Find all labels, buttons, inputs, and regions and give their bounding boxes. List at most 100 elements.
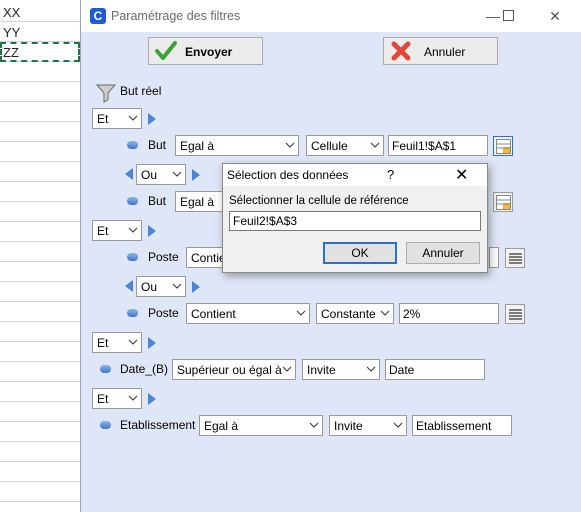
sheet-row[interactable] bbox=[0, 422, 80, 442]
inner-logic-select-value: Ou bbox=[141, 280, 158, 294]
chevron-down-icon bbox=[172, 283, 182, 289]
sheet-row[interactable] bbox=[0, 282, 80, 302]
expand-arrow-icon[interactable] bbox=[148, 225, 156, 237]
logic-select[interactable]: Et bbox=[92, 220, 142, 241]
cell-picker-icon bbox=[496, 195, 511, 210]
logic-select-value: Et bbox=[97, 224, 109, 238]
logic-select[interactable]: Et bbox=[92, 332, 142, 353]
check-icon bbox=[155, 41, 177, 60]
value-type-select-value: Constante bbox=[321, 307, 376, 321]
cell-reference-input[interactable]: Feuil2!$A$3 bbox=[229, 211, 481, 231]
sheet-row[interactable] bbox=[0, 322, 80, 342]
bullet-icon bbox=[127, 309, 138, 317]
collapse-arrow-icon[interactable] bbox=[125, 168, 133, 180]
value-type-select-value: Cellule bbox=[311, 139, 348, 153]
filter-value-field[interactable]: Etablissement bbox=[412, 415, 512, 436]
operator-select[interactable]: Contient bbox=[186, 303, 310, 324]
ok-button[interactable]: OK bbox=[323, 242, 397, 264]
sheet-row[interactable] bbox=[0, 202, 80, 222]
sheet-row[interactable] bbox=[0, 482, 80, 502]
filter-field-label: But bbox=[148, 194, 167, 208]
operator-select[interactable]: Supérieur ou égal à bbox=[172, 359, 296, 380]
cancel-button-label: Annuler bbox=[424, 45, 466, 59]
title-bar[interactable]: C Paramétrage des filtres — ✕ bbox=[81, 0, 581, 32]
sheet-row[interactable] bbox=[0, 222, 80, 242]
chevron-down-icon bbox=[128, 115, 138, 121]
operator-select[interactable]: Egal à bbox=[175, 191, 225, 212]
sheet-row[interactable]: XX bbox=[0, 2, 80, 22]
sheet-row[interactable] bbox=[0, 382, 80, 402]
expand-arrow-icon[interactable] bbox=[148, 113, 156, 125]
copy-selection-marquee bbox=[0, 42, 80, 62]
list-picker-button[interactable] bbox=[505, 304, 525, 324]
dialog-cancel-button[interactable]: Annuler bbox=[406, 242, 480, 264]
chevron-down-icon bbox=[393, 422, 403, 428]
operator-select-value: Supérieur ou égal à bbox=[177, 363, 282, 377]
sheet-row[interactable] bbox=[0, 342, 80, 362]
list-icon bbox=[509, 309, 522, 320]
chevron-down-icon bbox=[296, 310, 306, 316]
funnel-icon bbox=[96, 84, 116, 103]
sheet-row[interactable] bbox=[0, 142, 80, 162]
sheet-row[interactable] bbox=[0, 102, 80, 122]
sheet-row[interactable] bbox=[0, 362, 80, 382]
maximize-button[interactable] bbox=[496, 6, 520, 26]
cancel-button[interactable]: Annuler bbox=[383, 37, 498, 65]
sheet-row[interactable] bbox=[0, 402, 80, 422]
chevron-down-icon bbox=[285, 142, 295, 148]
cell-picker-button[interactable] bbox=[493, 136, 513, 156]
operator-select[interactable]: Egal à bbox=[175, 135, 299, 156]
value-type-select[interactable]: Invite bbox=[329, 415, 407, 436]
close-button[interactable]: ✕ bbox=[543, 6, 567, 26]
bullet-icon bbox=[100, 421, 111, 429]
chevron-down-icon bbox=[380, 310, 390, 316]
expand-arrow-icon[interactable] bbox=[148, 393, 156, 405]
maximize-icon bbox=[502, 10, 514, 21]
operator-select-value: Egal à bbox=[180, 139, 215, 153]
inner-logic-select[interactable]: Ou bbox=[136, 276, 186, 297]
sheet-row[interactable] bbox=[0, 462, 80, 482]
list-picker-button[interactable] bbox=[505, 248, 525, 268]
operator-select[interactable]: Egal à bbox=[199, 415, 323, 436]
expand-arrow-icon[interactable] bbox=[148, 337, 156, 349]
cell-picker-button[interactable] bbox=[493, 192, 513, 212]
sheet-row[interactable] bbox=[0, 302, 80, 322]
dialog-prompt: Sélectionner la cellule de référence bbox=[229, 195, 409, 207]
sheet-row[interactable] bbox=[0, 122, 80, 142]
send-button[interactable]: Envoyer bbox=[148, 37, 263, 65]
expand-arrow-icon[interactable] bbox=[192, 169, 200, 181]
filter-value-field[interactable]: Feuil1!$A$1 bbox=[388, 135, 488, 156]
bullet-icon bbox=[127, 253, 138, 261]
filter-value-field[interactable]: 2% bbox=[399, 303, 499, 324]
logic-select[interactable]: Et bbox=[92, 388, 142, 409]
value-type-select[interactable]: Constante bbox=[316, 303, 394, 324]
filter-value-field[interactable] bbox=[489, 247, 499, 268]
sheet-row[interactable] bbox=[0, 162, 80, 182]
dialog-title-bar[interactable]: Sélection des données ? ✕ bbox=[223, 164, 487, 186]
value-type-select[interactable]: Cellule bbox=[306, 135, 384, 156]
value-type-select[interactable]: Invite bbox=[302, 359, 380, 380]
inner-logic-select[interactable]: Ou bbox=[136, 164, 186, 185]
sheet-row[interactable] bbox=[0, 262, 80, 282]
sheet-row[interactable] bbox=[0, 442, 80, 462]
dialog-close-button[interactable]: ✕ bbox=[455, 165, 468, 185]
filter-value-field[interactable]: Date bbox=[385, 359, 485, 380]
chevron-down-icon bbox=[128, 395, 138, 401]
cell-picker-icon bbox=[496, 139, 511, 154]
operator-select-value: Contient bbox=[191, 307, 236, 321]
operator-select[interactable]: Contient bbox=[186, 247, 226, 268]
sheet-row[interactable]: YY bbox=[0, 22, 80, 42]
sheet-cell: XX bbox=[3, 5, 21, 20]
sheet-row[interactable] bbox=[0, 82, 80, 102]
chevron-down-icon bbox=[282, 366, 292, 372]
sheet-row[interactable] bbox=[0, 182, 80, 202]
sheet-row[interactable] bbox=[0, 62, 80, 82]
collapse-arrow-icon[interactable] bbox=[125, 280, 133, 292]
logic-select[interactable]: Et bbox=[92, 108, 142, 129]
chevron-down-icon bbox=[309, 422, 319, 428]
chevron-down-icon bbox=[366, 366, 376, 372]
help-button[interactable]: ? bbox=[387, 167, 394, 182]
expand-arrow-icon[interactable] bbox=[192, 281, 200, 293]
sheet-row[interactable] bbox=[0, 242, 80, 262]
send-button-label: Envoyer bbox=[185, 45, 233, 59]
